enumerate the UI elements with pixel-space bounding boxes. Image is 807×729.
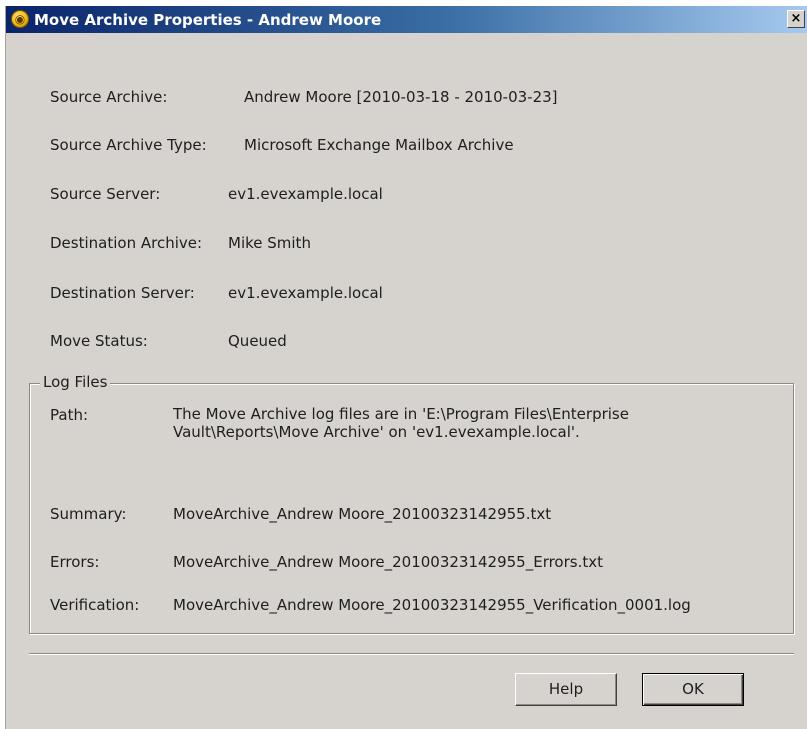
source-archive-type-value: Microsoft Exchange Mailbox Archive (244, 136, 514, 154)
log-summary-label: Summary: (50, 505, 127, 523)
log-verification-value[interactable]: MoveArchive_Andrew Moore_20100323142955_… (173, 595, 691, 615)
log-errors-label: Errors: (50, 553, 100, 571)
move-archive-properties-dialog: ◉ Move Archive Properties - Andrew Moore… (5, 6, 807, 729)
button-separator (29, 653, 794, 655)
ok-button[interactable]: OK (642, 673, 744, 706)
close-icon: × (790, 11, 802, 26)
log-verification-label: Verification: (50, 596, 140, 614)
destination-server-label: Destination Server: (50, 284, 195, 302)
window-title: Move Archive Properties - Andrew Moore (34, 11, 382, 29)
destination-archive-label: Destination Archive: (50, 234, 203, 252)
close-button[interactable]: × (787, 10, 805, 28)
log-errors-value[interactable]: MoveArchive_Andrew Moore_20100323142955_… (173, 552, 603, 572)
vault-glyph-icon: ◉ (14, 12, 26, 26)
enterprise-vault-icon: ◉ (11, 10, 29, 28)
source-archive-label: Source Archive: (50, 88, 168, 106)
destination-server-value: ev1.evexample.local (228, 284, 383, 302)
log-path-value: The Move Archive log files are in 'E:\Pr… (173, 405, 629, 441)
move-status-label: Move Status: (50, 332, 148, 350)
source-archive-value: Andrew Moore [2010-03-18 - 2010-03-23] (244, 88, 558, 106)
log-files-group-title: Log Files (40, 372, 111, 392)
log-summary-value[interactable]: MoveArchive_Andrew Moore_20100323142955.… (173, 504, 551, 524)
source-archive-type-label: Source Archive Type: (50, 136, 207, 154)
log-path-label: Path: (50, 406, 89, 424)
source-server-label: Source Server: (50, 185, 161, 203)
move-status-value: Queued (228, 332, 287, 350)
help-button[interactable]: Help (515, 673, 617, 706)
source-server-value: ev1.evexample.local (228, 185, 383, 203)
title-bar[interactable]: ◉ Move Archive Properties - Andrew Moore… (6, 6, 807, 33)
destination-archive-value: Mike Smith (228, 234, 311, 252)
